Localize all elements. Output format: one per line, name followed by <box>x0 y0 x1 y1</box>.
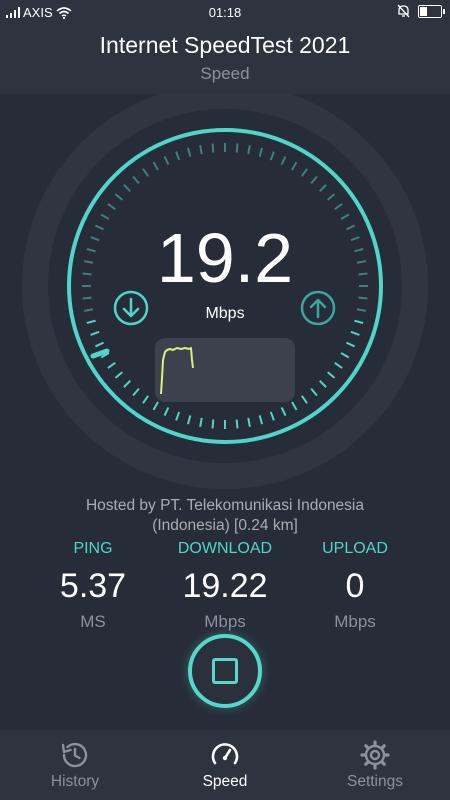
gauge-tick <box>247 144 251 155</box>
upload-value: 0 <box>345 567 365 605</box>
download-label: DOWNLOAD <box>177 540 273 557</box>
gauge-tick <box>269 151 275 161</box>
download-value: 19.22 <box>182 567 268 605</box>
gauge-tick <box>235 143 239 153</box>
gauge-tick <box>310 175 318 184</box>
gauge-tick <box>187 147 192 157</box>
gauge-tick <box>258 415 263 425</box>
gauge-tick <box>132 388 140 397</box>
speed-graph <box>155 338 295 402</box>
upload-unit: Mbps <box>334 612 376 631</box>
gauge-tick <box>340 352 350 359</box>
gauge-tick <box>319 380 327 388</box>
gauge-tick <box>211 419 215 429</box>
gauge-tick <box>199 144 203 155</box>
gauge-tick <box>152 161 159 171</box>
gauge-tick <box>123 380 131 388</box>
gauge-tick <box>114 193 123 201</box>
gauge-tick <box>152 401 159 411</box>
gauge-tick <box>301 395 308 404</box>
speed-graph-line <box>160 347 194 395</box>
gauge-tick <box>350 330 360 336</box>
gauge-tick <box>175 411 181 421</box>
gear-icon <box>360 740 390 770</box>
gauge-tick <box>327 193 336 201</box>
gauge-tick <box>327 371 336 379</box>
gauge-tick <box>358 296 368 300</box>
gauge-tick <box>175 151 181 161</box>
gauge-tick <box>310 388 318 397</box>
gauge-tick <box>107 362 116 369</box>
page-title: Internet SpeedTest 2021 <box>99 32 351 58</box>
gauge-tick <box>163 155 170 165</box>
current-speed-value: 19.2 <box>156 219 294 297</box>
gauge-tick <box>114 371 123 379</box>
gauge-tick <box>235 419 239 429</box>
current-speed-unit: Mbps <box>205 305 245 322</box>
nav-settings[interactable]: Settings <box>300 730 450 800</box>
page-subtitle: Speed <box>200 64 250 83</box>
gauge-tick <box>142 395 149 404</box>
download-unit: Mbps <box>204 612 246 631</box>
gauge-tick <box>187 415 192 425</box>
gauge-tick <box>123 184 131 192</box>
nav-history[interactable]: History <box>0 730 150 800</box>
mute-icon <box>397 4 410 18</box>
gauge-tick <box>334 203 343 210</box>
status-right <box>397 4 445 18</box>
nav-settings-label: Settings <box>346 773 403 790</box>
nav-speed-label: Speed <box>202 773 248 790</box>
nav-speed[interactable]: Speed <box>150 730 300 800</box>
download-stat: DOWNLOAD 19.22 Mbps <box>150 540 300 632</box>
speedometer-icon <box>211 743 239 765</box>
gauge-tick <box>163 407 170 417</box>
gauge-tick <box>269 411 275 421</box>
ping-value: 5.37 <box>59 567 127 605</box>
upload-label: UPLOAD <box>322 540 388 557</box>
gauge-tick <box>94 341 104 348</box>
host-line-1: Hosted by PT. Telekomunikasi Indonesia <box>85 497 364 514</box>
gauge-tick <box>319 184 327 192</box>
gauge-tick <box>247 417 251 428</box>
gauge-tick <box>334 362 343 369</box>
stop-icon <box>212 658 238 684</box>
status-bar: AXIS 01:18 <box>0 0 450 24</box>
history-icon <box>61 742 88 768</box>
ping-unit: MS <box>80 612 106 631</box>
gauge-tick <box>132 175 140 184</box>
gauge-tick <box>90 330 100 336</box>
gauge-tick <box>280 407 287 417</box>
ping-label: PING <box>73 540 113 557</box>
gauge-tick <box>280 155 287 165</box>
ping-stat: PING 5.37 MS <box>18 540 168 632</box>
host-line-2: (Indonesia) [0.24 km] <box>152 517 298 534</box>
stop-test-button[interactable] <box>188 634 262 708</box>
gauge-tick <box>211 143 215 153</box>
bottom-nav: History Speed Settings <box>0 730 450 800</box>
nav-history-label: History <box>50 773 100 790</box>
gauge-tick <box>258 147 263 157</box>
app-header: Internet SpeedTest 2021 Speed <box>0 24 450 94</box>
battery-icon <box>418 4 445 18</box>
gauge-tick <box>107 203 116 210</box>
status-time: 01:18 <box>208 5 242 20</box>
gauge-tick <box>291 161 298 171</box>
upload-stat: UPLOAD 0 Mbps <box>280 540 430 632</box>
gauge-tick <box>340 213 350 220</box>
gauge-tick <box>199 417 203 428</box>
gauge-tick <box>346 341 356 348</box>
gauge-tick <box>301 168 308 177</box>
gauge-tick <box>100 213 110 220</box>
gauge-tick <box>82 296 92 300</box>
gauge-tick <box>291 401 298 411</box>
battery-level <box>420 6 428 16</box>
gauge-tick <box>142 168 149 177</box>
server-host-info: Hosted by PT. Telekomunikasi Indonesia (… <box>0 496 450 536</box>
